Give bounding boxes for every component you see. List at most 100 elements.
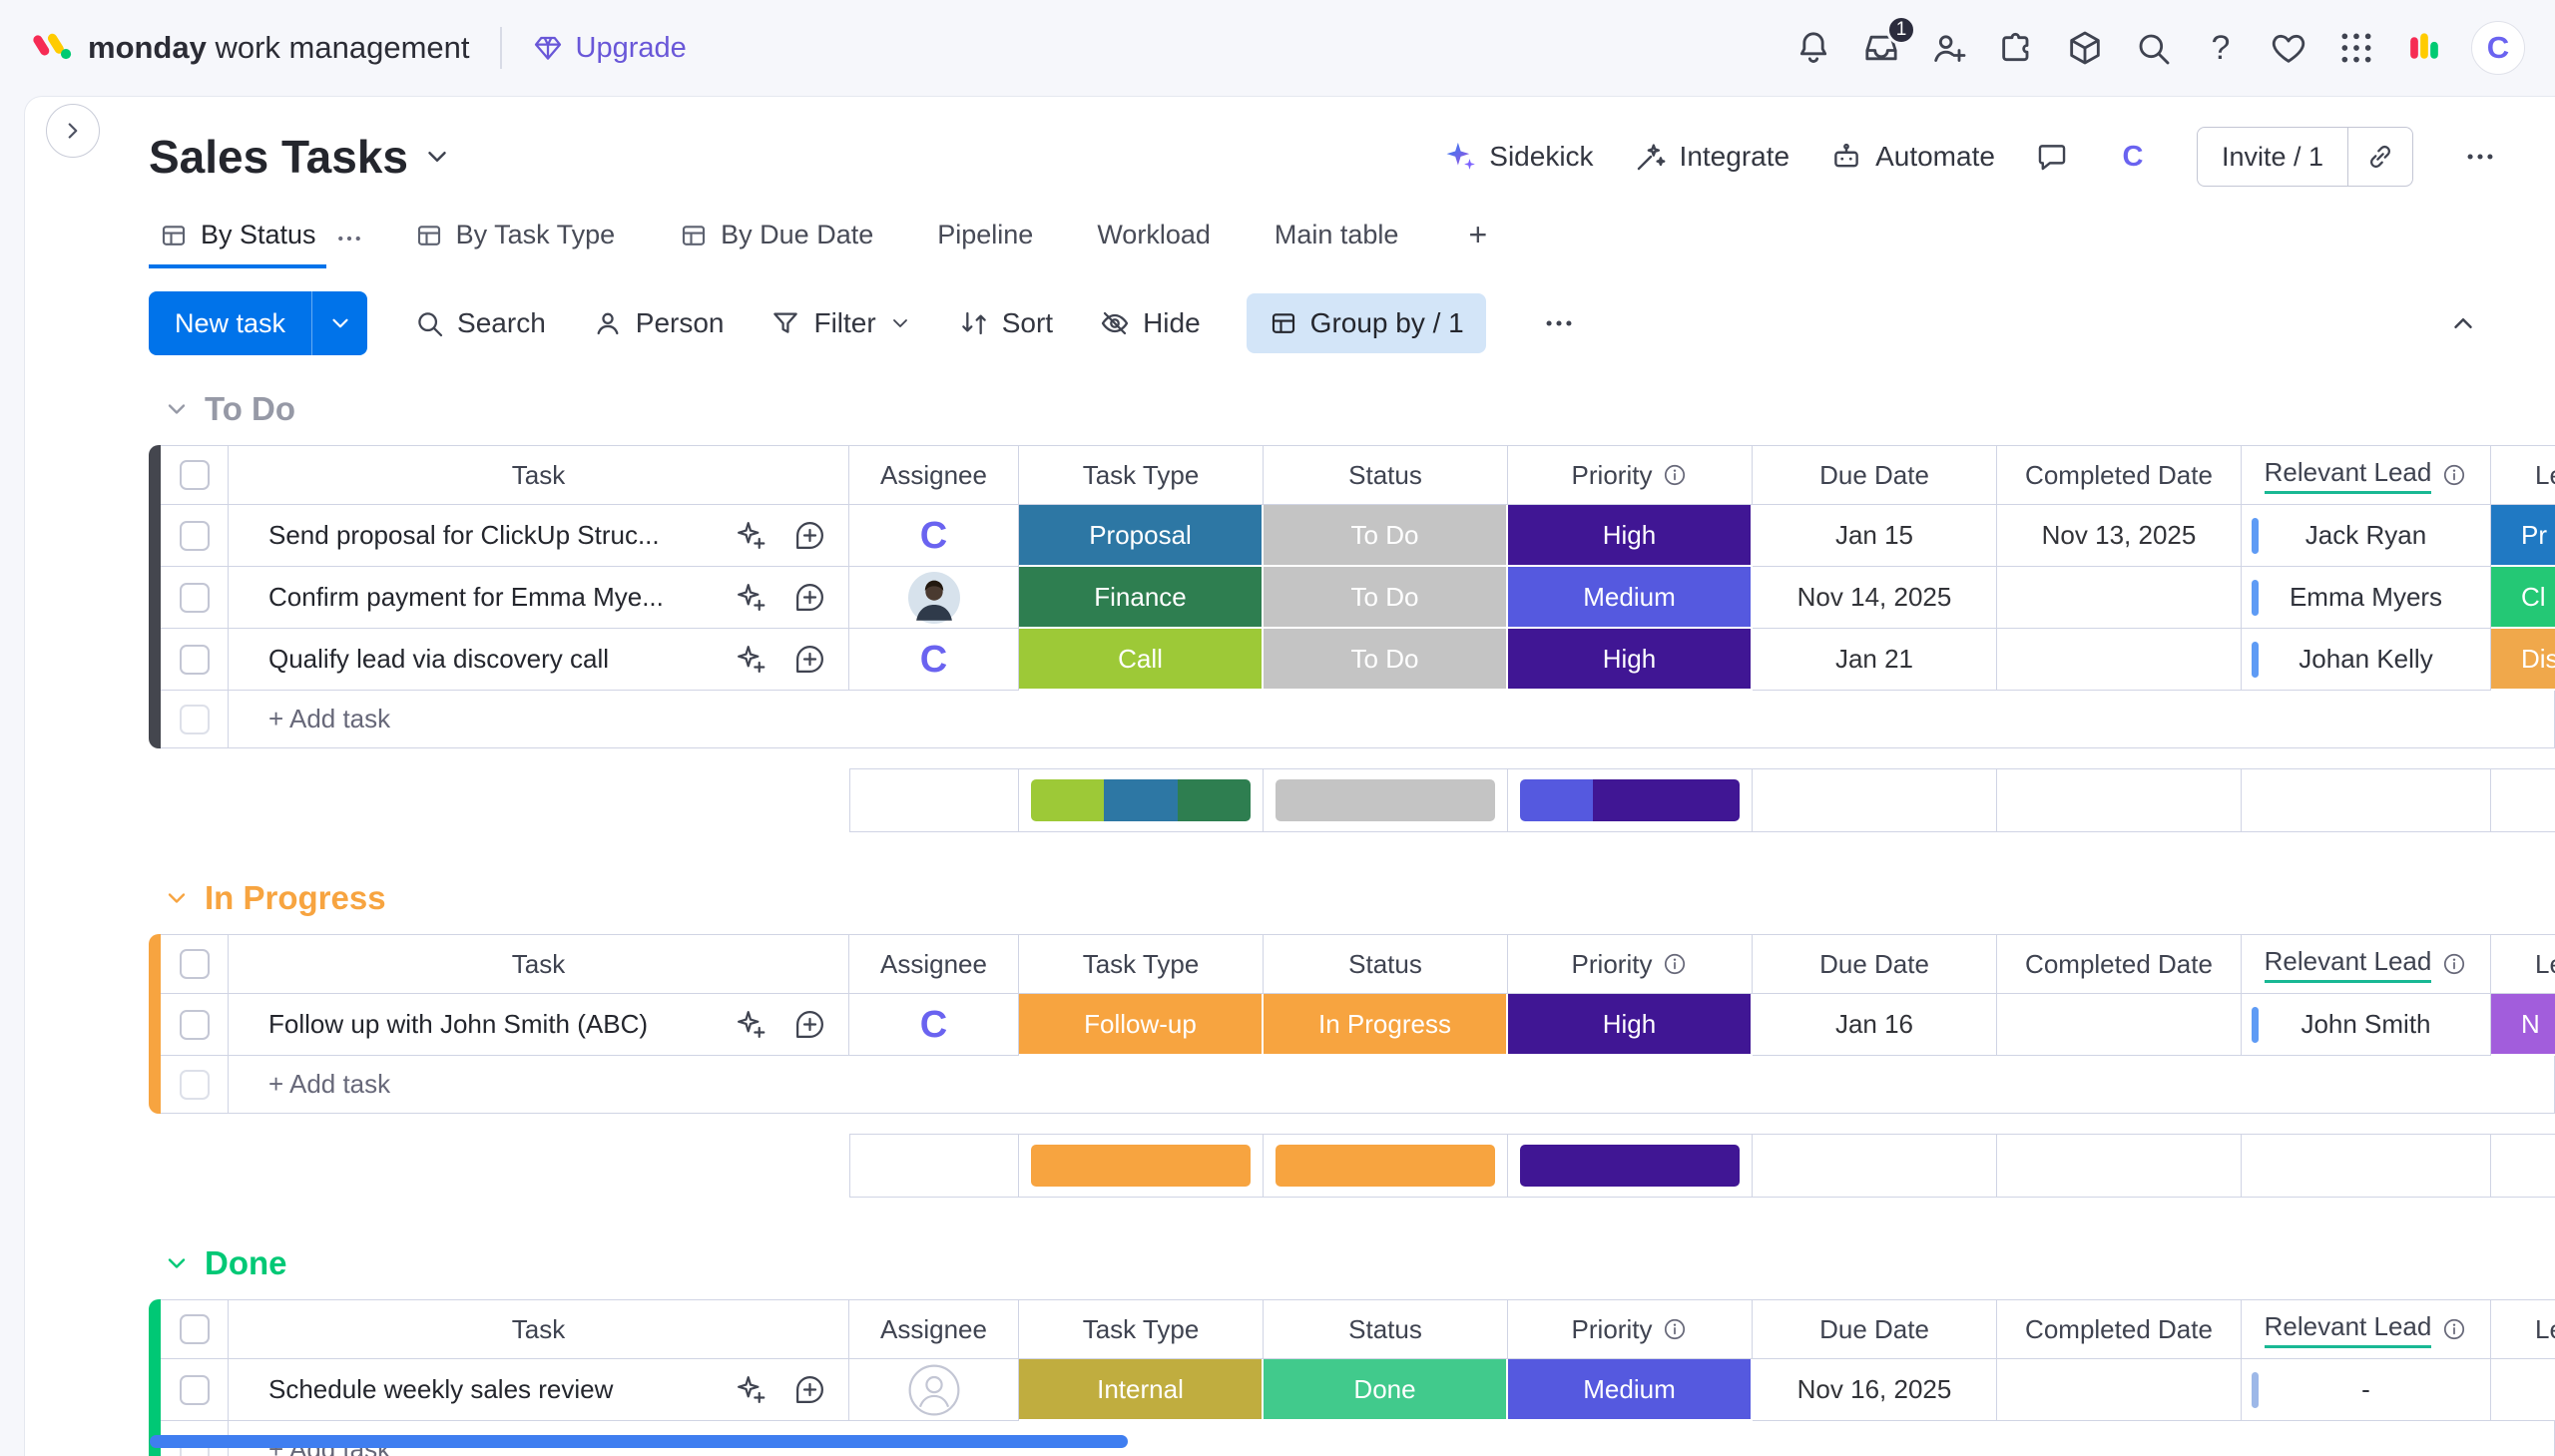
cell-priority[interactable]: Medium <box>1508 1359 1753 1421</box>
ai-sparkle-icon[interactable] <box>735 1008 767 1041</box>
cell-status[interactable]: Done <box>1264 1359 1508 1421</box>
add-update-icon[interactable] <box>793 581 826 614</box>
group-collapse-icon[interactable] <box>163 1249 191 1277</box>
column-header-status[interactable]: Status <box>1264 445 1508 505</box>
row-checkbox[interactable] <box>180 1375 210 1405</box>
checkbox-cell[interactable] <box>161 1056 229 1114</box>
task-cell[interactable]: Follow up with John Smith (ABC) <box>229 994 849 1056</box>
discussion-button[interactable] <box>2035 140 2069 174</box>
checkbox-cell[interactable] <box>161 1359 229 1421</box>
column-header-priority[interactable]: Priority <box>1508 934 1753 994</box>
row-checkbox[interactable] <box>180 645 210 675</box>
tab-main-table[interactable]: Main table <box>1265 208 1409 268</box>
column-header-lead[interactable]: Relevant Lead <box>2242 445 2491 505</box>
filter-tool[interactable]: Filter <box>769 307 911 339</box>
add-update-icon[interactable] <box>793 643 826 676</box>
cell-completed[interactable] <box>1997 994 2242 1056</box>
copy-link-button[interactable] <box>2348 128 2412 186</box>
checkbox-cell[interactable] <box>161 691 229 748</box>
cell-le[interactable]: Pr <box>2491 505 2555 567</box>
cell-completed[interactable] <box>1997 1359 2242 1421</box>
person-filter-tool[interactable]: Person <box>592 307 725 339</box>
checkbox-cell[interactable] <box>161 934 229 994</box>
cell-task_type[interactable]: Proposal <box>1019 505 1264 567</box>
column-header-due[interactable]: Due Date <box>1753 934 1997 994</box>
tab-by-task-type[interactable]: By Task Type <box>404 208 626 268</box>
column-header-task_type[interactable]: Task Type <box>1019 1299 1264 1359</box>
checkbox-cell[interactable] <box>161 629 229 691</box>
column-header-lead[interactable]: Relevant Lead <box>2242 1299 2491 1359</box>
info-icon[interactable] <box>2441 1316 2467 1342</box>
tab-by-status[interactable]: By Status <box>149 208 326 268</box>
checkbox-cell[interactable] <box>161 445 229 505</box>
group-title[interactable]: In Progress <box>205 879 386 917</box>
cell-status[interactable]: In Progress <box>1264 994 1508 1056</box>
column-header-due[interactable]: Due Date <box>1753 1299 1997 1359</box>
ai-sparkle-icon[interactable] <box>735 519 767 552</box>
cell-priority[interactable]: High <box>1508 629 1753 691</box>
assignee-cell[interactable] <box>849 1359 1019 1421</box>
add-task-button[interactable]: + Add task <box>229 691 2555 748</box>
cell-le[interactable]: Dis <box>2491 629 2555 691</box>
cell-relevant-lead[interactable]: John Smith <box>2242 994 2491 1056</box>
row-checkbox[interactable] <box>180 1070 210 1100</box>
column-header-assignee[interactable]: Assignee <box>849 934 1019 994</box>
cell-relevant-lead[interactable]: - <box>2242 1359 2491 1421</box>
cell-due[interactable]: Jan 16 <box>1753 994 1997 1056</box>
cell-completed[interactable]: Nov 13, 2025 <box>1997 505 2242 567</box>
column-header-status[interactable]: Status <box>1264 934 1508 994</box>
column-header-le[interactable]: Le <box>2491 934 2555 994</box>
row-checkbox[interactable] <box>180 705 210 734</box>
checkbox-cell[interactable] <box>161 567 229 629</box>
add-task-button[interactable]: + Add task <box>229 1056 2555 1114</box>
cell-due[interactable]: Jan 21 <box>1753 629 1997 691</box>
account-logo[interactable]: C <box>2109 133 2157 181</box>
column-header-assignee[interactable]: Assignee <box>849 445 1019 505</box>
checkbox-cell[interactable] <box>161 505 229 567</box>
group-title[interactable]: To Do <box>205 390 295 428</box>
tab-options-icon[interactable] <box>334 224 364 253</box>
upgrade-button[interactable]: Upgrade <box>532 32 687 65</box>
cell-relevant-lead[interactable]: Johan Kelly <box>2242 629 2491 691</box>
cell-status[interactable]: To Do <box>1264 505 1508 567</box>
add-view-button[interactable]: + <box>1452 205 1503 271</box>
info-icon[interactable] <box>2441 462 2467 488</box>
tab-workload[interactable]: Workload <box>1087 208 1221 268</box>
inbox-button[interactable]: 1 <box>1852 19 1910 77</box>
column-header-task[interactable]: Task <box>229 934 849 994</box>
sort-tool[interactable]: Sort <box>958 307 1053 339</box>
column-header-completed[interactable]: Completed Date <box>1997 445 2242 505</box>
cell-due[interactable]: Jan 15 <box>1753 505 1997 567</box>
row-checkbox[interactable] <box>180 1010 210 1040</box>
horizontal-scrollbar-thumb[interactable] <box>150 1435 1128 1448</box>
collapse-header-button[interactable] <box>2435 295 2491 351</box>
column-header-due[interactable]: Due Date <box>1753 445 1997 505</box>
marketplace-button[interactable] <box>2056 19 2114 77</box>
more-tools-button[interactable] <box>1532 296 1586 350</box>
column-header-le[interactable]: Le <box>2491 445 2555 505</box>
monday-logo[interactable]: monday work management <box>30 26 470 70</box>
column-header-task_type[interactable]: Task Type <box>1019 445 1264 505</box>
cell-due[interactable]: Nov 16, 2025 <box>1753 1359 1997 1421</box>
cell-task_type[interactable]: Call <box>1019 629 1264 691</box>
column-header-priority[interactable]: Priority <box>1508 445 1753 505</box>
group-collapse-icon[interactable] <box>163 884 191 912</box>
task-cell[interactable]: Confirm payment for Emma Mye... <box>229 567 849 629</box>
checkbox-cell[interactable] <box>161 1299 229 1359</box>
cell-relevant-lead[interactable]: Jack Ryan <box>2242 505 2491 567</box>
row-checkbox[interactable] <box>180 460 210 490</box>
row-checkbox[interactable] <box>180 521 210 551</box>
add-update-icon[interactable] <box>793 1373 826 1406</box>
sidekick-button[interactable]: Sidekick <box>1443 140 1593 174</box>
assignee-cell[interactable]: C <box>849 629 1019 691</box>
assignee-cell[interactable]: C <box>849 505 1019 567</box>
column-header-task_type[interactable]: Task Type <box>1019 934 1264 994</box>
assignee-cell[interactable] <box>849 567 1019 629</box>
cell-le[interactable]: Cl <box>2491 567 2555 629</box>
cell-completed[interactable] <box>1997 567 2242 629</box>
add-update-icon[interactable] <box>793 1008 826 1041</box>
row-checkbox[interactable] <box>180 1314 210 1344</box>
cell-completed[interactable] <box>1997 629 2242 691</box>
group-by-tool[interactable]: Group by / 1 <box>1247 293 1486 353</box>
info-icon[interactable] <box>1662 462 1688 488</box>
